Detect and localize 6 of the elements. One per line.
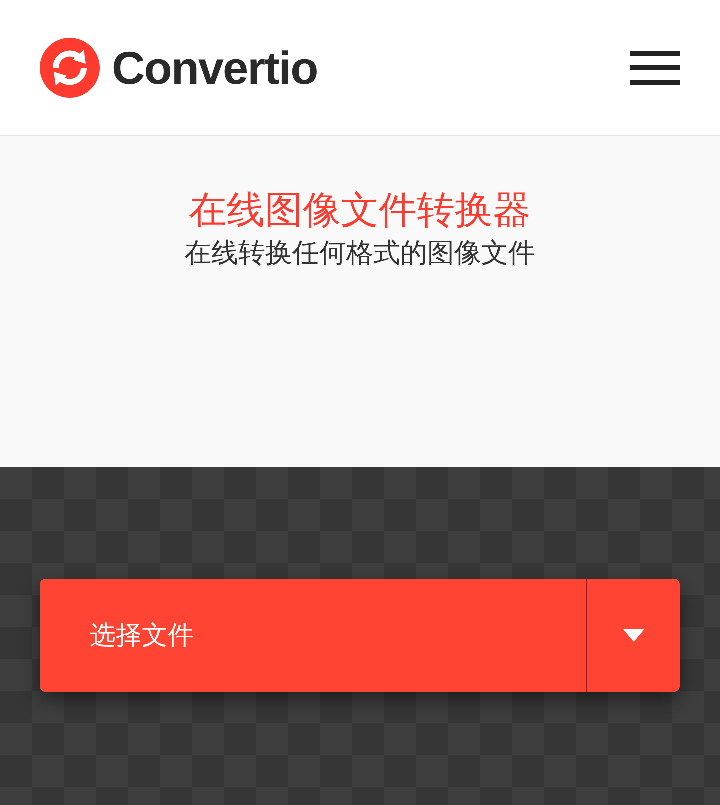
logo-icon [40,38,100,98]
menu-icon[interactable] [630,50,680,84]
logo-text[interactable]: Convertio [112,40,318,94]
page-subtitle: 在线转换任何格式的图像文件 [184,236,536,271]
page-title: 在线图像文件转换器 [189,188,531,234]
caret-icon [622,628,644,642]
